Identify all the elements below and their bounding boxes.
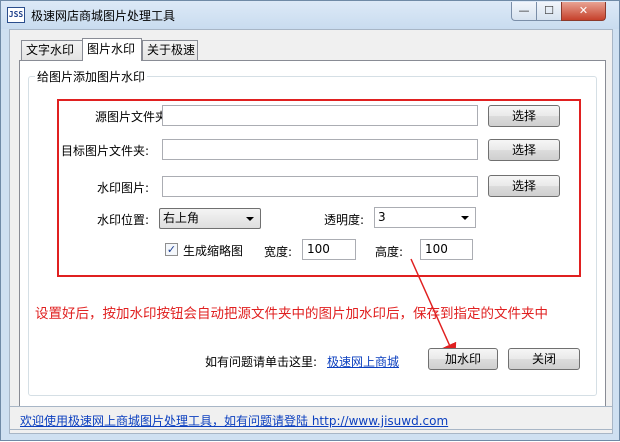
chevron-down-icon [246, 217, 254, 221]
tab-text-watermark[interactable]: 文字水印 [21, 40, 83, 60]
title-bar[interactable]: JSS 极速网店商城图片处理工具 — ☐ ✕ [1, 1, 619, 29]
status-link[interactable]: 欢迎使用极速网上商城图片处理工具，如有问题请登陆 http://www.jisu… [20, 412, 448, 429]
status-bar: 欢迎使用极速网上商城图片处理工具，如有问题请登陆 http://www.jisu… [9, 406, 613, 430]
opacity-select-value: 3 [378, 210, 386, 224]
position-select-value: 右上角 [163, 211, 200, 225]
select-source-button[interactable]: 选择 [488, 105, 560, 127]
select-watermark-button[interactable]: 选择 [488, 175, 560, 197]
app-icon: JSS [7, 7, 25, 23]
help-text: 如有问题请单击这里: [205, 355, 318, 369]
thumbnail-label: 生成缩略图 [183, 244, 244, 258]
height-input[interactable]: 100 [420, 239, 473, 260]
opacity-select[interactable]: 3 [374, 207, 476, 228]
width-label: 宽度: [264, 245, 293, 259]
select-target-button[interactable]: 选择 [488, 139, 560, 161]
width-input[interactable]: 100 [302, 239, 356, 260]
hint-text: 设置好后，按加水印按钮会自动把源文件夹中的图片加水印后，保存到指定的文件夹中 [35, 306, 548, 322]
watermark-image-label: 水印图片: [97, 181, 150, 195]
highlight-box: 源图片文件夹: 选择 目标图片文件夹: 选择 水印图片: 选择 水印位置: 右上… [57, 99, 581, 277]
thumbnail-checkbox[interactable]: ✓ [165, 243, 178, 256]
source-folder-input[interactable] [162, 105, 478, 126]
close-window-button[interactable]: ✕ [561, 2, 606, 21]
position-label: 水印位置: [97, 213, 150, 227]
tab-image-watermark[interactable]: 图片水印 [82, 38, 142, 61]
close-button[interactable]: 关闭 [508, 348, 580, 370]
watermark-image-input[interactable] [162, 176, 478, 197]
app-window: JSS 极速网店商城图片处理工具 — ☐ ✕ 文字水印 图片水印 关于极速 给图… [0, 0, 620, 441]
maximize-button[interactable]: ☐ [536, 2, 562, 21]
tab-about[interactable]: 关于极速 [142, 40, 198, 60]
add-watermark-button[interactable]: 加水印 [428, 348, 498, 370]
groupbox-title: 给图片添加图片水印 [35, 68, 148, 85]
chevron-down-icon [461, 216, 469, 220]
help-link[interactable]: 极速网上商城 [327, 353, 399, 370]
source-folder-label: 源图片文件夹: [95, 110, 172, 124]
target-folder-input[interactable] [162, 139, 478, 160]
client-area: 文字水印 图片水印 关于极速 给图片添加图片水印 源图片文件夹: 选择 目标图片… [9, 29, 613, 434]
position-select[interactable]: 右上角 [159, 208, 261, 229]
opacity-label: 透明度: [324, 213, 365, 227]
window-title: 极速网店商城图片处理工具 [31, 9, 176, 23]
height-label: 高度: [375, 245, 404, 259]
minimize-button[interactable]: — [511, 2, 537, 21]
target-folder-label: 目标图片文件夹: [61, 144, 150, 158]
